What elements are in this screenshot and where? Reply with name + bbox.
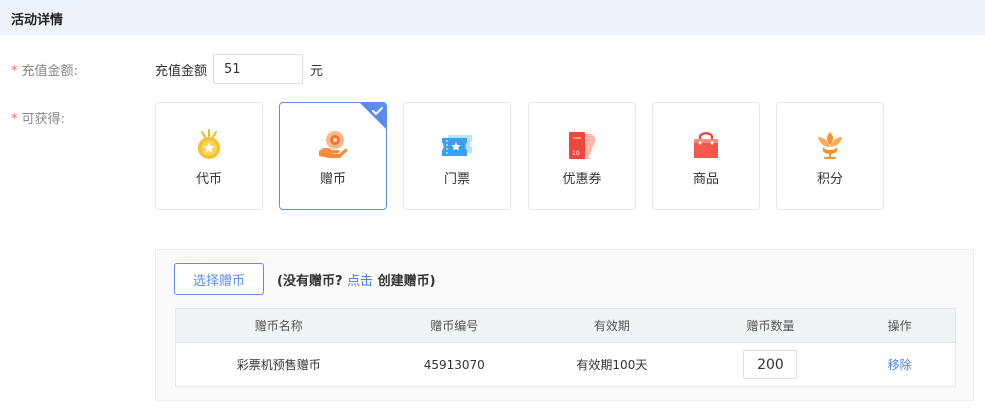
reward-card-goods[interactable]: 商品 — [652, 102, 760, 210]
currency-unit: 元 — [310, 63, 324, 79]
column-header-validity: 有效期 — [593, 319, 630, 333]
create-gift-coin-link[interactable]: 点击 — [347, 274, 373, 289]
column-header-quantity: 赠币数量 — [746, 319, 795, 333]
reward-label: 商品 — [692, 172, 719, 187]
recharge-prefix: 充值金额 — [155, 63, 208, 79]
reward-card-coupon[interactable]: 10 优惠券 — [528, 102, 636, 210]
flower-points-icon — [818, 132, 842, 159]
gift-coin-code: 45913070 — [423, 357, 485, 372]
column-header-code: 赠币编号 — [430, 319, 479, 333]
gift-coin-quantity-input[interactable] — [743, 350, 798, 379]
ticket-icon — [442, 135, 472, 156]
selected-check-icon — [360, 103, 386, 129]
reward-label: 门票 — [443, 172, 470, 187]
reward-label: 赠币 — [319, 172, 346, 187]
required-mark: * — [11, 64, 18, 79]
action-cell: 移除 — [844, 343, 955, 386]
create-gift-coin-hint: (没有赠币? 点击 创建赠币) — [277, 274, 436, 289]
quantity-cell — [697, 343, 845, 386]
required-mark: * — [11, 112, 18, 127]
reward-label: 积分 — [816, 172, 843, 187]
reward-label: 优惠券 — [562, 172, 602, 187]
reward-card-ticket[interactable]: 门票 — [403, 102, 511, 210]
section-header: 活动详情 — [0, 0, 985, 35]
reward-card-points[interactable]: 积分 — [776, 102, 884, 210]
column-header-name: 赠币名称 — [254, 319, 303, 333]
remove-link[interactable]: 移除 — [888, 356, 912, 373]
medal-icon — [198, 129, 220, 159]
gift-coin-table: 赠币名称 赠币编号 有效期 赠币数量 操作 彩票机预售赠币 45913070 有… — [175, 308, 956, 387]
receivable-label: * 可获得: — [11, 112, 65, 127]
reward-label: 代币 — [195, 172, 222, 187]
gift-coin-name: 彩票机预售赠币 — [236, 358, 321, 372]
svg-text:10: 10 — [572, 150, 580, 157]
gift-coin-panel: 选择赠币 (没有赠币? 点击 创建赠币) 赠币名称 赠币编号 有效期 赠币数量 … — [155, 249, 974, 401]
section-title: 活动详情 — [11, 13, 64, 28]
shopping-bag-icon — [694, 132, 718, 158]
gift-coin-icon — [319, 131, 348, 158]
recharge-amount-input[interactable] — [213, 54, 304, 84]
select-gift-coin-button[interactable]: 选择赠币 — [174, 263, 264, 295]
recharge-amount-label: * 充值金额: — [11, 64, 78, 79]
gift-coin-validity: 有效期100天 — [576, 358, 648, 372]
table-header: 赠币名称 赠币编号 有效期 赠币数量 操作 — [176, 309, 955, 343]
reward-card-gift-coin[interactable]: 赠币 — [279, 102, 387, 210]
coupon-icon: 10 — [569, 132, 596, 159]
recharge-row: 充值金额 元 — [155, 54, 323, 84]
reward-card-token[interactable]: 代币 — [155, 102, 263, 210]
table-row: 彩票机预售赠币 45913070 有效期100天 移除 — [176, 343, 955, 386]
column-header-action: 操作 — [887, 319, 912, 333]
